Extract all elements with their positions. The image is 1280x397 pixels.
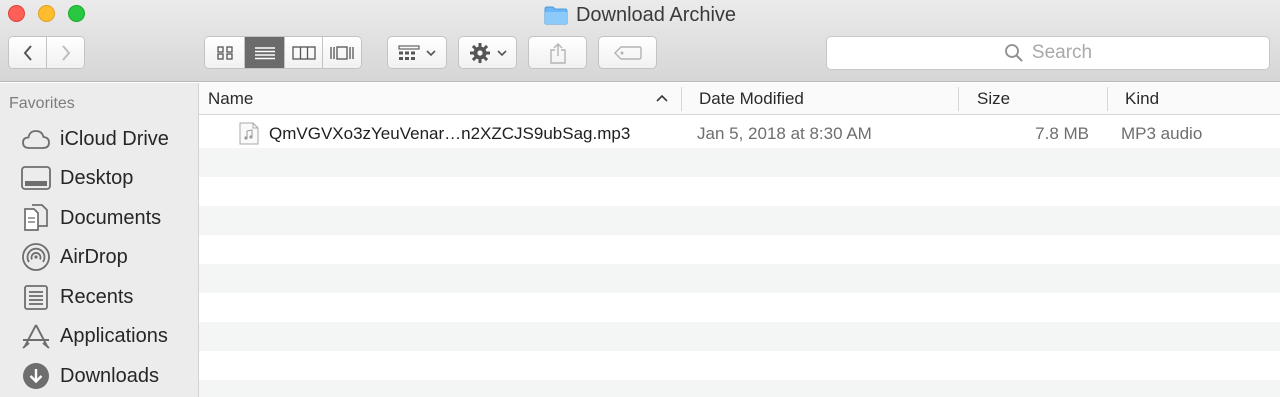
- sidebar-item-label: AirDrop: [60, 245, 128, 268]
- toolbar: Download Archive Search: [0, 0, 1280, 82]
- airdrop-icon: [20, 241, 52, 273]
- column-divider[interactable]: [681, 87, 682, 111]
- table-row[interactable]: QmVGVXo3zYeuVenar…n2XZCJS9ubSag.mp3 Jan …: [199, 119, 1280, 148]
- share-button[interactable]: [528, 36, 587, 69]
- sidebar-item-label: Documents: [60, 206, 162, 229]
- window-title: Download Archive: [575, 3, 737, 26]
- sidebar-item-label: Applications: [60, 324, 168, 347]
- title-bar: Download Archive: [0, 3, 1280, 27]
- chevron-down-icon: [426, 49, 436, 56]
- navigation-buttons: [8, 36, 85, 69]
- sidebar-item-airdrop[interactable]: AirDrop: [0, 239, 199, 275]
- audio-file-icon: [239, 122, 259, 145]
- documents-icon: [20, 202, 52, 234]
- sidebar-heading: Favorites: [9, 95, 75, 112]
- back-button[interactable]: [9, 37, 47, 68]
- column-header-label: Name: [208, 89, 254, 108]
- column-header-label: Date Modified: [699, 89, 804, 108]
- desktop-icon: [20, 162, 52, 194]
- gear-icon: [469, 42, 490, 63]
- action-button[interactable]: [458, 36, 517, 69]
- finder-window: Download Archive Search Favorites iCloud…: [0, 0, 1280, 397]
- column-header-label: Size: [977, 89, 1011, 108]
- column-view-button[interactable]: [285, 37, 323, 68]
- chevron-right-icon: [61, 44, 70, 61]
- column-header-label: Kind: [1125, 89, 1160, 108]
- file-list: Name Date Modified Size Kind QmVGVXo3zYe…: [199, 83, 1280, 397]
- sidebar-item-label: Downloads: [60, 364, 159, 387]
- cover-flow-icon: [330, 45, 354, 60]
- empty-row: [199, 322, 1280, 351]
- empty-row: [199, 380, 1280, 397]
- column-divider[interactable]: [1107, 87, 1108, 111]
- empty-row: [199, 351, 1280, 380]
- sidebar-item-label: iCloud Drive: [60, 127, 169, 150]
- column-header-size[interactable]: Size: [977, 83, 1102, 115]
- empty-row: [199, 264, 1280, 293]
- file-kind: MP3 audio: [1121, 123, 1203, 143]
- icon-view-button[interactable]: [205, 37, 245, 68]
- sort-ascending-icon: [656, 94, 668, 102]
- chevron-left-icon: [23, 44, 32, 61]
- column-divider[interactable]: [958, 87, 959, 111]
- sidebar-item-recents[interactable]: Recents: [0, 279, 199, 315]
- sidebar-item-downloads[interactable]: Downloads: [0, 358, 199, 394]
- share-icon: [549, 42, 566, 64]
- column-header-date-modified[interactable]: Date Modified: [699, 83, 954, 115]
- file-date-modified: Jan 5, 2018 at 8:30 AM: [697, 123, 872, 143]
- empty-row: [199, 235, 1280, 264]
- sidebar-item-icloud-drive[interactable]: iCloud Drive: [0, 121, 199, 157]
- folder-icon: [544, 6, 568, 24]
- list-view-button[interactable]: [245, 37, 285, 68]
- column-view-icon: [291, 45, 316, 60]
- group-arrange-icon: [398, 44, 420, 60]
- empty-row: [199, 177, 1280, 206]
- sidebar-item-applications[interactable]: Applications: [0, 318, 199, 354]
- sidebar-item-documents[interactable]: Documents: [0, 200, 199, 236]
- search-field[interactable]: Search: [826, 36, 1270, 70]
- search-placeholder: Search: [1031, 42, 1093, 63]
- sidebar-item-label: Desktop: [60, 166, 134, 189]
- sidebar-item-desktop[interactable]: Desktop: [0, 160, 199, 196]
- file-size: 7.8 MB: [1035, 123, 1089, 143]
- column-header-kind[interactable]: Kind: [1125, 83, 1275, 115]
- arrange-button[interactable]: [387, 36, 447, 69]
- chevron-down-icon: [496, 49, 507, 56]
- sidebar-item-label: Recents: [60, 285, 134, 308]
- column-header-name[interactable]: Name: [208, 83, 676, 115]
- tag-icon: [613, 45, 642, 60]
- tag-button[interactable]: [598, 36, 657, 69]
- sidebar: Favorites iCloud Drive Desktop Documents…: [0, 83, 199, 397]
- cloud-icon: [20, 123, 52, 155]
- icon-view-icon: [216, 45, 233, 60]
- view-mode-control: [204, 36, 362, 69]
- forward-button[interactable]: [47, 37, 84, 68]
- applications-icon: [20, 320, 52, 352]
- cover-flow-button[interactable]: [323, 37, 361, 68]
- recents-icon: [20, 281, 52, 313]
- empty-row: [199, 148, 1280, 177]
- empty-row: [199, 206, 1280, 235]
- list-view-icon: [254, 46, 275, 59]
- search-icon: [1004, 44, 1023, 62]
- downloads-icon: [20, 360, 52, 392]
- column-header-row: Name Date Modified Size Kind: [199, 83, 1280, 115]
- file-name: QmVGVXo3zYeuVenar…n2XZCJS9ubSag.mp3: [269, 123, 631, 143]
- empty-row: [199, 293, 1280, 322]
